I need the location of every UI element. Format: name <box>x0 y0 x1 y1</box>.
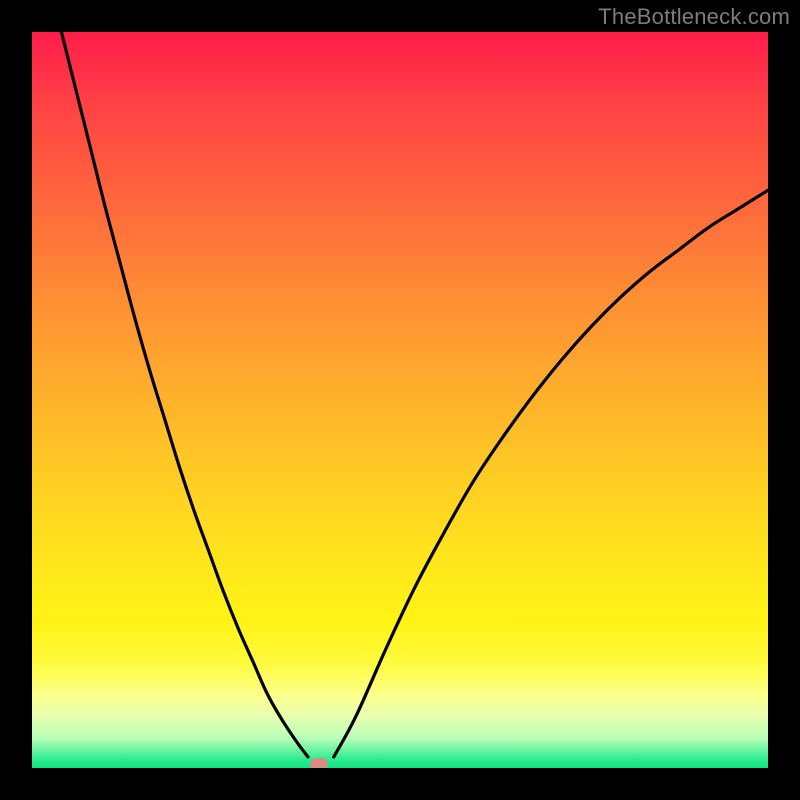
outer-frame: TheBottleneck.com <box>0 0 800 800</box>
curve-right <box>334 190 768 757</box>
curve-left <box>61 32 308 757</box>
curve-layer <box>32 32 768 768</box>
watermark-text: TheBottleneck.com <box>598 4 790 30</box>
plot-area <box>32 32 768 768</box>
bottleneck-marker <box>310 758 328 768</box>
